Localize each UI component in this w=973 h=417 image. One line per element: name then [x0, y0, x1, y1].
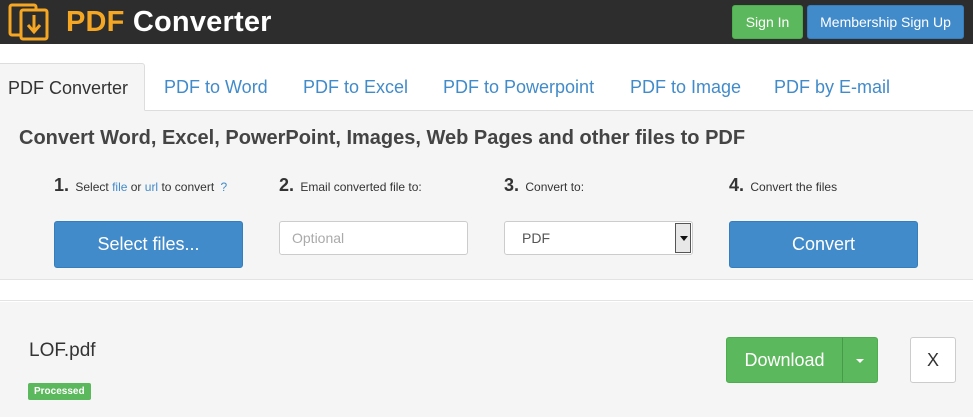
select-files-button[interactable]: Select files... — [54, 221, 243, 268]
dropdown-arrow-icon[interactable] — [675, 223, 691, 253]
remove-file-button[interactable]: X — [910, 337, 956, 383]
convert-button[interactable]: Convert — [729, 221, 918, 268]
tab-pdf-by-email[interactable]: PDF by E-mail — [774, 63, 890, 111]
sign-in-button[interactable]: Sign In — [732, 5, 803, 39]
step-1-pre: Select — [75, 180, 109, 194]
help-link[interactable]: ? — [221, 180, 228, 194]
converter-panel: Convert Word, Excel, PowerPoint, Images,… — [0, 111, 973, 280]
top-header: PDF Converter Sign In Membership Sign Up — [0, 0, 973, 44]
file-item: LOF.pdf Processed Download X — [0, 302, 973, 417]
step-4-label: 4. Convert the files — [729, 175, 837, 197]
tab-pdf-converter[interactable]: PDF Converter — [0, 63, 145, 111]
step-1-mid: or — [130, 180, 142, 194]
membership-sign-up-button[interactable]: Membership Sign Up — [807, 5, 964, 39]
convert-to-select[interactable]: PDF — [504, 221, 693, 255]
file-link[interactable]: file — [112, 180, 127, 194]
step-3-text: Convert to: — [525, 180, 585, 194]
brand-rest: Converter — [132, 6, 272, 38]
step-4-number: 4. — [729, 175, 745, 195]
download-button[interactable]: Download — [726, 337, 843, 383]
url-link[interactable]: url — [145, 180, 158, 194]
download-options-caret-icon[interactable] — [842, 337, 878, 383]
step-3-label: 3. Convert to: — [504, 175, 584, 197]
step-1-post: to convert — [161, 180, 215, 194]
brand-accent: PDF — [66, 6, 125, 38]
panel-title: Convert Word, Excel, PowerPoint, Images,… — [19, 127, 746, 149]
tab-pdf-to-powerpoint[interactable]: PDF to Powerpoint — [443, 63, 594, 111]
tab-pdf-to-image[interactable]: PDF to Image — [630, 63, 741, 111]
step-1-number: 1. — [54, 175, 70, 195]
tab-pdf-to-word[interactable]: PDF to Word — [164, 63, 268, 111]
pdf-converter-logo-icon — [8, 3, 49, 41]
convert-to-value: PDF — [522, 230, 550, 246]
file-name: LOF.pdf — [29, 340, 96, 361]
step-2-text: Email converted file to: — [300, 180, 422, 194]
email-field[interactable] — [279, 221, 468, 255]
tab-pdf-to-excel[interactable]: PDF to Excel — [303, 63, 408, 111]
step-4-text: Convert the files — [750, 180, 838, 194]
step-2-label: 2. Email converted file to: — [279, 175, 422, 197]
step-1-label: 1. Select file or url to convert ? — [54, 175, 227, 197]
section-spacer — [0, 281, 973, 301]
status-badge: Processed — [28, 383, 91, 400]
brand-title[interactable]: PDF Converter — [66, 4, 272, 40]
step-3-number: 3. — [504, 175, 520, 195]
step-2-number: 2. — [279, 175, 295, 195]
